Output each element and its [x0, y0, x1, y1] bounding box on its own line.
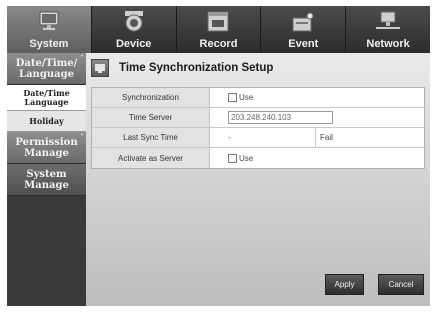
monitor-icon — [34, 10, 64, 34]
activate-as-server-use-label: Use — [239, 153, 254, 163]
chevron-down-icon: ˅ — [80, 132, 84, 142]
activate-as-server-label: Activate as Server — [92, 148, 210, 168]
sidebar-subitem-label: Date/Time Language — [23, 87, 70, 107]
network-icon — [373, 10, 403, 34]
tab-event[interactable]: Event — [261, 6, 347, 53]
sidebar-item-label: Permission Manage — [15, 136, 78, 159]
last-sync-time-value: - — [228, 133, 231, 142]
sidebar-item-label: System Manage — [24, 168, 69, 191]
last-sync-status: Fail — [320, 133, 333, 142]
sidebar-item-permission-manage[interactable]: ˅ Permission Manage — [7, 132, 86, 164]
sidebar-subitem-holiday[interactable]: Holiday — [7, 111, 86, 132]
chevron-up-icon: ˄ — [80, 53, 84, 63]
tab-record-label: Record — [199, 38, 238, 50]
page-title: Time Synchronization Setup — [119, 62, 274, 74]
synchronization-use-label: Use — [239, 93, 254, 102]
synchronization-checkbox[interactable] — [228, 93, 237, 102]
time-server-label: Time Server — [92, 108, 210, 127]
tab-system[interactable]: System — [7, 6, 92, 53]
form-row-synchronization: Synchronization Use — [92, 88, 424, 108]
sidebar-item-system-manage[interactable]: System Manage — [7, 164, 86, 196]
sidebar: ˄ Date/Time/ Language Date/Time Language… — [7, 53, 86, 306]
sidebar-subitem-date-time-language[interactable]: Date/Time Language — [7, 85, 86, 111]
settings-form: Synchronization Use Time Server 203.248.… — [91, 87, 425, 169]
camera-icon — [119, 10, 149, 34]
tab-event-label: Event — [288, 38, 319, 50]
apply-button[interactable]: Apply — [325, 274, 364, 295]
form-row-last-sync-time: Last Sync Time - Fail — [92, 127, 424, 148]
cancel-button[interactable]: Cancel — [378, 274, 424, 295]
tab-device[interactable]: Device — [91, 6, 177, 53]
tab-network[interactable]: Network — [346, 6, 430, 53]
cell-divider — [315, 127, 316, 148]
last-sync-time-label: Last Sync Time — [92, 128, 210, 147]
tab-system-label: System — [29, 38, 69, 50]
page-header: Time Synchronization Setup — [91, 57, 273, 79]
form-row-activate-as-server: Activate as Server Use — [92, 148, 424, 168]
sidebar-item-date-time-language[interactable]: ˄ Date/Time/ Language — [7, 53, 86, 85]
sidebar-subitem-label: Holiday — [29, 115, 64, 126]
sidebar-item-label: Date/Time/ Language — [15, 57, 78, 80]
top-tab-bar: System Device Record Event Network — [7, 6, 430, 53]
activate-as-server-checkbox[interactable] — [228, 153, 237, 163]
tab-record[interactable]: Record — [176, 6, 262, 53]
rec-icon — [203, 10, 233, 34]
form-row-time-server: Time Server 203.248.240.103 — [92, 108, 424, 128]
synchronization-label: Synchronization — [92, 88, 210, 107]
tab-network-label: Network — [366, 38, 410, 50]
alarm-icon — [288, 10, 318, 34]
tab-device-label: Device — [115, 38, 152, 50]
main-panel: Time Synchronization Setup Synchronizati… — [86, 53, 430, 306]
time-server-input[interactable]: 203.248.240.103 — [228, 111, 333, 124]
monitor-icon — [91, 59, 109, 77]
